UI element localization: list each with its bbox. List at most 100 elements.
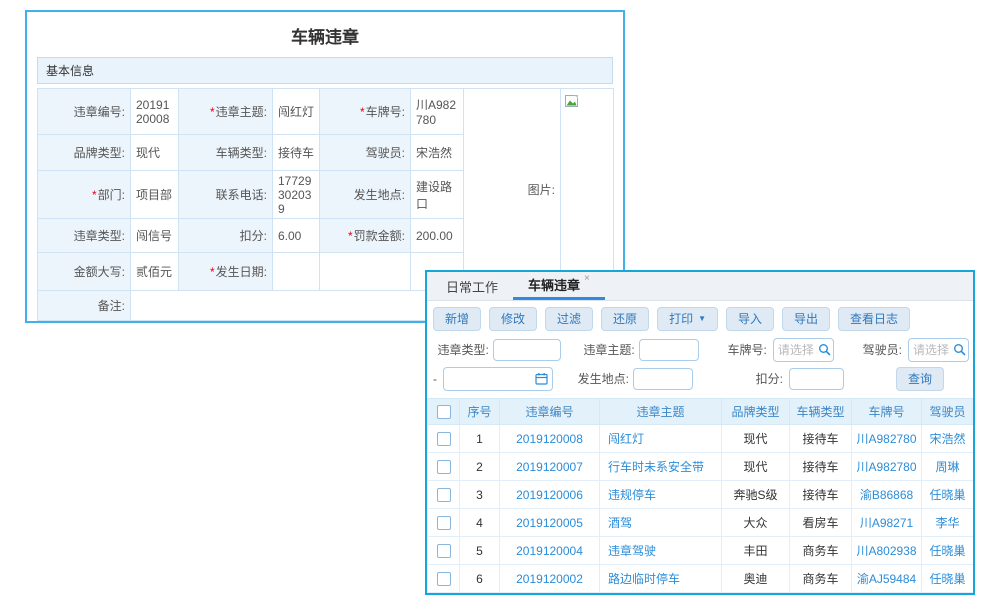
subject-link[interactable]: 路边临时停车 <box>600 565 722 593</box>
plate-cell[interactable]: 川A98271 <box>852 509 922 537</box>
subject-label: *违章主题: <box>179 89 273 135</box>
section-basic-info: 基本信息 <box>37 57 613 84</box>
driver-cell[interactable]: 李华 <box>922 509 974 537</box>
violation-no-value: 2019120008 <box>131 89 179 135</box>
filter-row-2: - 发生地点: 扣分: 查询 <box>431 364 969 393</box>
subject-link[interactable]: 违章驾驶 <box>600 537 722 565</box>
toolbar: 新增 修改 过滤 还原 打印▼ 导入 导出 查看日志 <box>427 301 973 335</box>
plate-cell[interactable]: 川A982780 <box>852 425 922 453</box>
violation-type-filter-label: 违章类型: <box>437 341 489 358</box>
end-date-input[interactable] <box>443 367 553 391</box>
subject-filter-label: 违章主题: <box>583 341 635 358</box>
type-cell: 商务车 <box>790 537 852 565</box>
driver-value: 宋浩然 <box>411 135 464 171</box>
plate-cell[interactable]: 川A982780 <box>852 453 922 481</box>
violation-no-link[interactable]: 2019120002 <box>500 565 600 593</box>
brand-cell: 现代 <box>722 425 790 453</box>
row-index: 4 <box>460 509 500 537</box>
row-index: 3 <box>460 481 500 509</box>
select-all-checkbox[interactable] <box>437 405 451 419</box>
violation-type-value: 闯信号 <box>131 219 179 253</box>
row-index: 2 <box>460 453 500 481</box>
table-row: 1 2019120008 闯红灯 现代 接待车 川A982780 宋浩然 <box>428 425 974 453</box>
row-checkbox[interactable] <box>437 572 451 586</box>
subject-link[interactable]: 行车时未系安全带 <box>600 453 722 481</box>
driver-cell[interactable]: 任晓巢 <box>922 565 974 593</box>
row-checkbox[interactable] <box>437 516 451 530</box>
table-row: 5 2019120004 违章驾驶 丰田 商务车 川A802938 任晓巢 <box>428 537 974 565</box>
filter-row-1: 违章类型: 违章主题: 车牌号: 请选择 驾驶员: 请选择 <box>431 335 969 364</box>
tab-vehicle-violation[interactable]: 车辆违章 × <box>513 272 605 300</box>
location-filter-input[interactable] <box>633 368 693 390</box>
location-filter-label: 发生地点: <box>565 370 629 387</box>
import-button[interactable]: 导入 <box>726 307 774 331</box>
points-label: 扣分: <box>179 219 273 253</box>
subject-filter-input[interactable] <box>639 339 699 361</box>
violation-no-link[interactable]: 2019120004 <box>500 537 600 565</box>
print-button[interactable]: 打印▼ <box>657 307 718 331</box>
table-row: 2 2019120007 行车时未系安全带 现代 接待车 川A982780 周琳 <box>428 453 974 481</box>
table-row: 3 2019120006 违规停车 奔驰S级 接待车 渝B86868 任晓巢 <box>428 481 974 509</box>
brand-cell: 奔驰S级 <box>722 481 790 509</box>
points-filter-input[interactable] <box>789 368 844 390</box>
subject-link[interactable]: 违规停车 <box>600 481 722 509</box>
table-row: 4 2019120005 酒驾 大众 看房车 川A98271 李华 <box>428 509 974 537</box>
violation-no-link[interactable]: 2019120005 <box>500 509 600 537</box>
plate-cell[interactable]: 渝B86868 <box>852 481 922 509</box>
violation-type-filter-input[interactable] <box>493 339 561 361</box>
tab-close-icon[interactable]: × <box>584 273 590 284</box>
search-button[interactable]: 查询 <box>896 367 944 391</box>
brand-cell: 现代 <box>722 453 790 481</box>
subject-link[interactable]: 酒驾 <box>600 509 722 537</box>
driver-picker[interactable]: 请选择 <box>908 338 969 362</box>
row-checkbox[interactable] <box>437 488 451 502</box>
subject-link[interactable]: 闯红灯 <box>600 425 722 453</box>
search-icon[interactable] <box>818 343 831 356</box>
row-checkbox[interactable] <box>437 460 451 474</box>
row-checkbox[interactable] <box>437 432 451 446</box>
header-checkbox-cell <box>428 399 460 425</box>
violation-no-link[interactable]: 2019120006 <box>500 481 600 509</box>
tab-daily-work[interactable]: 日常工作 <box>431 272 513 300</box>
row-index: 5 <box>460 537 500 565</box>
driver-label: 驾驶员: <box>320 135 411 171</box>
add-button[interactable]: 新增 <box>433 307 481 331</box>
form-title: 车辆违章 <box>27 12 623 57</box>
driver-cell[interactable]: 宋浩然 <box>922 425 974 453</box>
col-brand: 品牌类型 <box>722 399 790 425</box>
violation-no-link[interactable]: 2019120007 <box>500 453 600 481</box>
driver-cell[interactable]: 任晓巢 <box>922 481 974 509</box>
brand-cell: 奥迪 <box>722 565 790 593</box>
date-value <box>273 253 320 291</box>
col-index: 序号 <box>460 399 500 425</box>
col-type: 车辆类型 <box>790 399 852 425</box>
plate-cell[interactable]: 渝AJ59484 <box>852 565 922 593</box>
type-cell: 接待车 <box>790 453 852 481</box>
plate-filter-label: 车牌号: <box>725 341 767 358</box>
export-button[interactable]: 导出 <box>782 307 830 331</box>
row-index: 6 <box>460 565 500 593</box>
tab-bar: 日常工作 车辆违章 × <box>427 272 973 301</box>
filter-button[interactable]: 过滤 <box>545 307 593 331</box>
plate-cell[interactable]: 川A802938 <box>852 537 922 565</box>
phone-value: 17729302039 <box>273 171 320 219</box>
points-filter-label: 扣分: <box>731 370 783 387</box>
col-subject: 违章主题 <box>600 399 722 425</box>
calendar-icon[interactable] <box>535 372 548 385</box>
driver-cell[interactable]: 任晓巢 <box>922 537 974 565</box>
col-plate: 车牌号 <box>852 399 922 425</box>
required-star: * <box>360 105 365 119</box>
broken-image-icon <box>565 94 580 108</box>
reset-button[interactable]: 还原 <box>601 307 649 331</box>
plate-picker[interactable]: 请选择 <box>773 338 834 362</box>
filter-area: 违章类型: 违章主题: 车牌号: 请选择 驾驶员: 请选择 <box>427 335 973 398</box>
edit-button[interactable]: 修改 <box>489 307 537 331</box>
search-icon[interactable] <box>953 343 966 356</box>
violation-type-label: 违章类型: <box>38 219 131 253</box>
view-log-button[interactable]: 查看日志 <box>838 307 910 331</box>
violation-no-link[interactable]: 2019120008 <box>500 425 600 453</box>
phone-label: 联系电话: <box>179 171 273 219</box>
brand-cell: 丰田 <box>722 537 790 565</box>
driver-cell[interactable]: 周琳 <box>922 453 974 481</box>
row-checkbox[interactable] <box>437 544 451 558</box>
